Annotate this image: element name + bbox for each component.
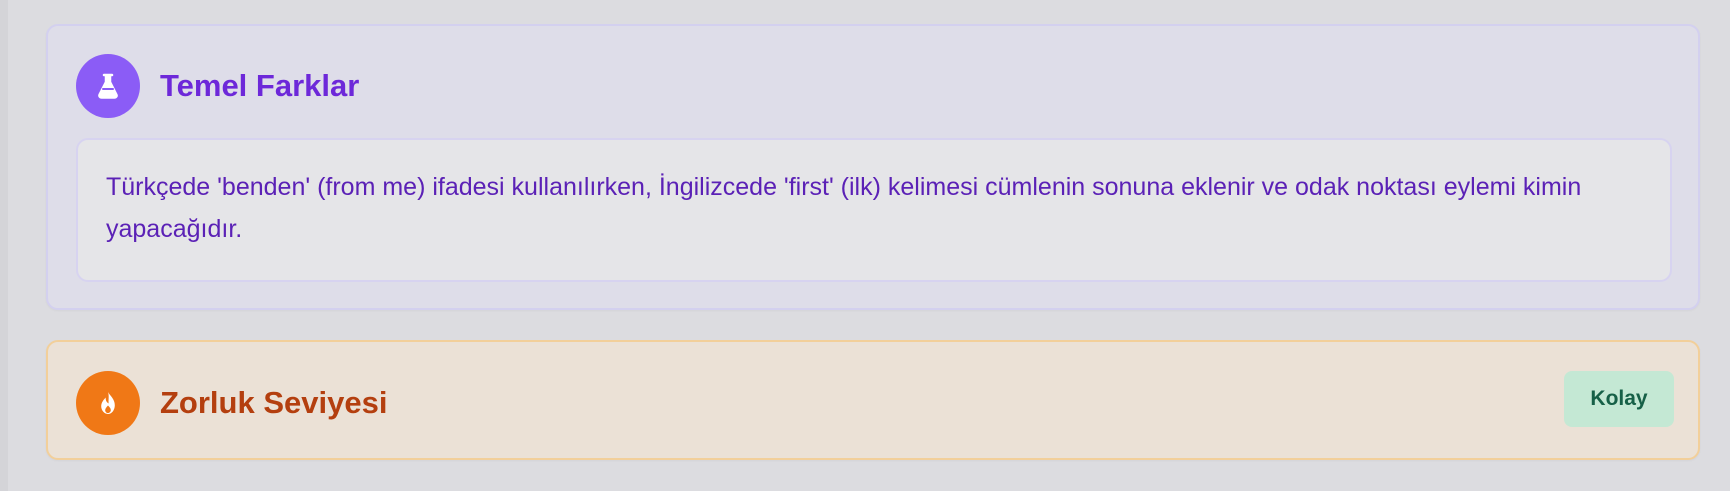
difficulty-badge: Kolay xyxy=(1564,371,1674,427)
differences-content-box: Türkçede 'benden' (from me) ifadesi kull… xyxy=(76,138,1672,282)
differences-description: Türkçede 'benden' (from me) ifadesi kull… xyxy=(106,173,1582,243)
flask-icon xyxy=(76,54,140,118)
difficulty-title: Zorluk Seviyesi xyxy=(160,385,388,420)
differences-card: Temel Farklar Türkçede 'benden' (from me… xyxy=(46,24,1700,310)
page-left-edge xyxy=(0,0,8,491)
differences-title: Temel Farklar xyxy=(160,68,360,103)
fire-icon xyxy=(76,371,140,435)
difficulty-card: Zorluk Seviyesi Kolay xyxy=(46,340,1700,460)
